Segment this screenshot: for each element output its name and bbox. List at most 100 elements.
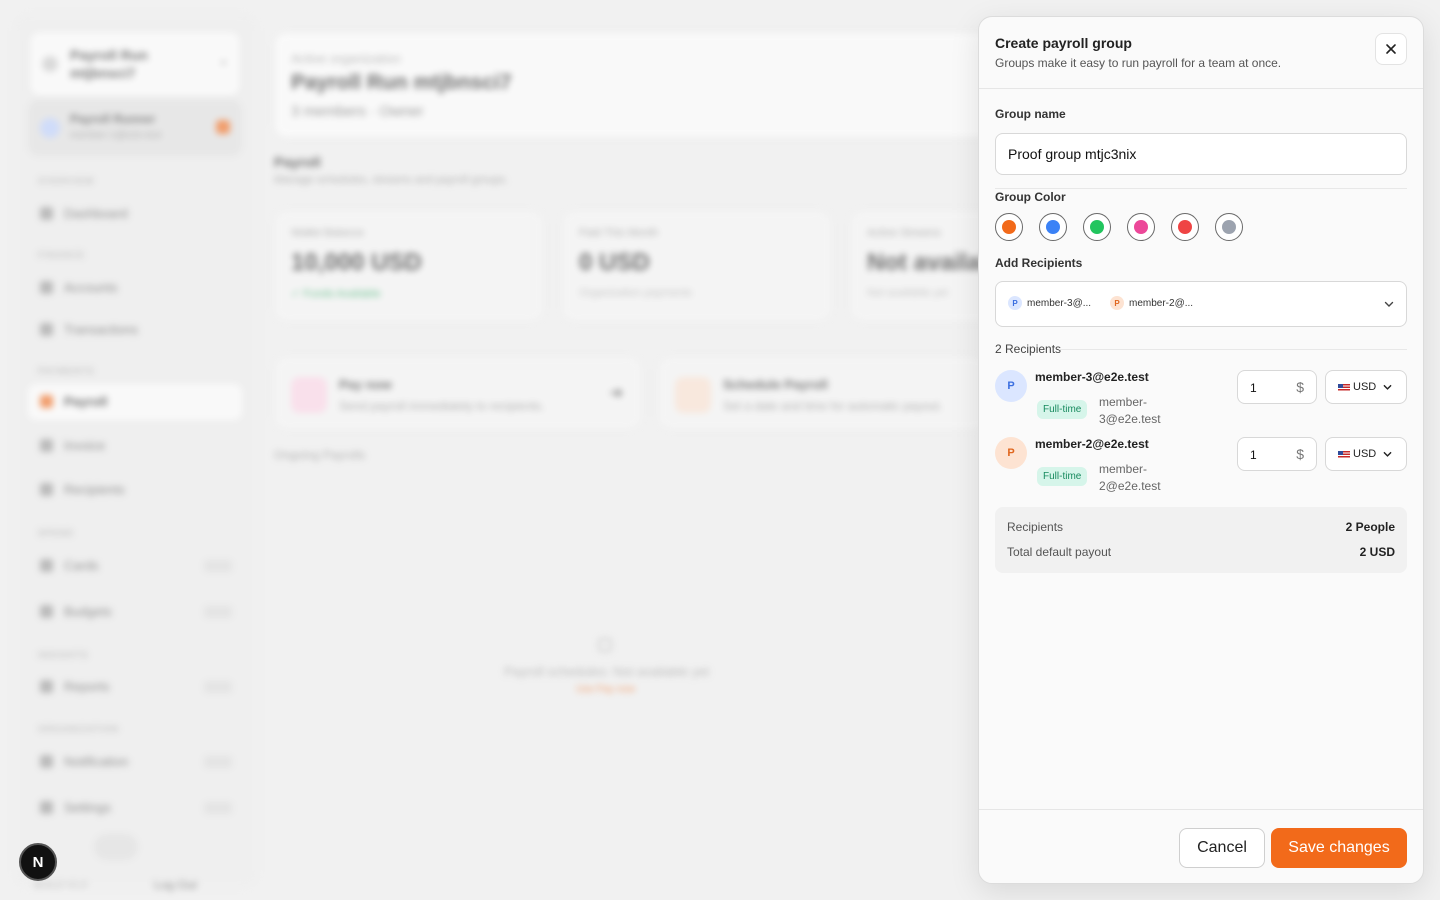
color-dot xyxy=(1046,220,1060,234)
color-swatch-green[interactable] xyxy=(1083,213,1111,241)
sidebar-item-label: Invoice xyxy=(64,438,106,453)
save-button[interactable]: Save changes xyxy=(1271,828,1407,868)
amount-value: 1 xyxy=(1250,448,1257,462)
recipient-email: member-3@e2e.test xyxy=(1035,370,1149,384)
dashboard-icon xyxy=(40,207,53,220)
chevron-down-icon: ▾ xyxy=(220,58,226,69)
user-name: Payroll Runner xyxy=(70,112,156,126)
avatar: P xyxy=(1008,296,1022,310)
stat-label: Active Streams xyxy=(867,227,941,239)
employment-badge: Full-time xyxy=(1037,467,1088,486)
dollar-icon: $ xyxy=(1296,379,1304,395)
active-org-name: Payroll Run mtjbnsci7 xyxy=(291,71,512,94)
stat-value: 10,000 USD xyxy=(291,249,422,276)
schedule-payroll-card[interactable]: Schedule Payroll Set a date and time for… xyxy=(658,356,988,430)
ongoing-payrolls-label: Ongoing Payrolls xyxy=(274,448,366,462)
next-devtools-button[interactable]: N xyxy=(19,843,57,881)
color-swatch-red[interactable] xyxy=(1171,213,1199,241)
us-flag-icon xyxy=(1338,384,1350,392)
currency-select[interactable]: USD xyxy=(1325,437,1407,471)
logout-link[interactable]: Log Out xyxy=(154,878,197,892)
sidebar-item-label: Accounts xyxy=(64,280,118,295)
version-label: BUILD V1.0 xyxy=(34,880,87,891)
color-dot xyxy=(1222,220,1236,234)
add-recipients-label: Add Recipients xyxy=(995,256,1083,270)
sidebar-item-budgets[interactable]: Budgets xyxy=(28,594,242,630)
recipient-chip: P member-2@... xyxy=(1110,296,1193,310)
currency-select[interactable]: USD xyxy=(1325,370,1407,404)
bell-icon xyxy=(40,755,53,768)
stat-card-paid: Paid This Month 0 USD Organization payme… xyxy=(562,210,832,322)
color-dot xyxy=(1134,220,1148,234)
chevron-down-icon xyxy=(1383,451,1392,457)
transactions-icon xyxy=(40,323,53,336)
avatar: P xyxy=(995,437,1027,469)
arrow-right-icon: ➔ xyxy=(609,385,623,402)
active-org-label: Active organization xyxy=(291,51,401,66)
group-name-label: Group name xyxy=(995,107,1066,121)
soon-badge xyxy=(204,681,232,693)
sidebar-item-label: Transactions xyxy=(64,322,138,337)
pay-now-icon xyxy=(291,377,327,413)
dialog-footer: Cancel Save changes xyxy=(979,809,1423,883)
recipients-icon xyxy=(40,483,53,496)
sidebar-item-accounts[interactable]: Accounts xyxy=(28,270,242,306)
page-subtitle: Manage schedules, streams and payroll gr… xyxy=(274,174,509,186)
avatar: P xyxy=(995,370,1027,402)
action-subtitle: Send payroll immediately to recipients. xyxy=(339,399,545,413)
stat-foot: Organization payments xyxy=(579,287,693,299)
sidebar-item-transactions[interactable]: Transactions xyxy=(28,312,242,348)
nav-section-spend: SPEND xyxy=(38,528,75,538)
theme-toggle[interactable] xyxy=(94,834,138,860)
sidebar-item-recipients[interactable]: Recipients xyxy=(28,472,242,508)
chip-label: member-2@... xyxy=(1129,297,1194,309)
invoice-icon xyxy=(40,439,53,452)
empty-state-icon xyxy=(598,638,612,652)
close-button[interactable] xyxy=(1375,33,1407,65)
soon-badge xyxy=(204,802,232,814)
color-swatch-orange[interactable] xyxy=(995,213,1023,241)
sidebar-item-label: Cards xyxy=(64,558,99,573)
stat-card-wallet: Wallet Balance 10,000 USD ✓ Funds Availa… xyxy=(274,210,544,322)
color-swatch-pink[interactable] xyxy=(1127,213,1155,241)
sidebar-item-label: Budgets xyxy=(64,604,112,619)
color-swatch-blue[interactable] xyxy=(1039,213,1067,241)
us-flag-icon xyxy=(1338,451,1350,459)
sidebar-item-settings[interactable]: Settings xyxy=(28,790,242,826)
sidebar-item-cards[interactable]: Cards xyxy=(28,548,242,584)
summary-total-value: 2 USD xyxy=(1359,545,1395,559)
recipients-select[interactable]: P member-3@... P member-2@... xyxy=(995,281,1407,327)
soon-badge xyxy=(204,756,232,768)
summary-recipients-value: 2 People xyxy=(1345,520,1395,534)
action-subtitle: Set a date and time for automatic payout… xyxy=(723,399,943,413)
recipient-sub-email: member-2@e2e.test xyxy=(1099,462,1161,493)
cancel-button[interactable]: Cancel xyxy=(1179,828,1265,868)
sidebar-item-label: Dashboard xyxy=(64,206,128,221)
soon-badge xyxy=(204,560,232,572)
empty-state-link[interactable]: Use Pay now xyxy=(576,684,635,695)
sidebar-item-notification[interactable]: Notification xyxy=(28,744,242,780)
avatar: P xyxy=(1110,296,1124,310)
color-dot xyxy=(1090,220,1104,234)
amount-input[interactable]: 1 $ xyxy=(1237,370,1317,404)
sidebar-item-payroll[interactable]: Payroll xyxy=(28,384,242,420)
user-card[interactable]: Payroll Runner member-1@e2e.test xyxy=(28,100,242,156)
stat-label: Wallet Balance xyxy=(291,227,364,239)
action-title: Pay now xyxy=(339,377,392,392)
sidebar-item-invoice[interactable]: Invoice xyxy=(28,428,242,464)
chip-label: member-3@... xyxy=(1027,297,1092,309)
summary-total-label: Total default payout xyxy=(1007,545,1112,559)
sidebar-item-reports[interactable]: Reports xyxy=(28,669,242,705)
amount-input[interactable]: 1 $ xyxy=(1237,437,1317,471)
org-icon xyxy=(42,56,58,72)
sidebar-item-dashboard[interactable]: Dashboard xyxy=(28,196,242,232)
pay-now-card[interactable]: Pay now Send payroll immediately to reci… xyxy=(274,356,642,430)
recipient-sub-email: member-3@e2e.test xyxy=(1099,395,1161,426)
sidebar: Payroll Run mtjbnsci7 ▾ Payroll Runner m… xyxy=(14,14,258,892)
amount-value: 1 xyxy=(1250,381,1257,395)
group-name-input[interactable] xyxy=(995,133,1407,175)
dollar-icon: $ xyxy=(1296,446,1304,462)
color-swatch-gray[interactable] xyxy=(1215,213,1243,241)
org-switcher[interactable]: Payroll Run mtjbnsci7 ▾ xyxy=(30,32,240,96)
sidebar-item-label: Recipients xyxy=(64,482,125,497)
